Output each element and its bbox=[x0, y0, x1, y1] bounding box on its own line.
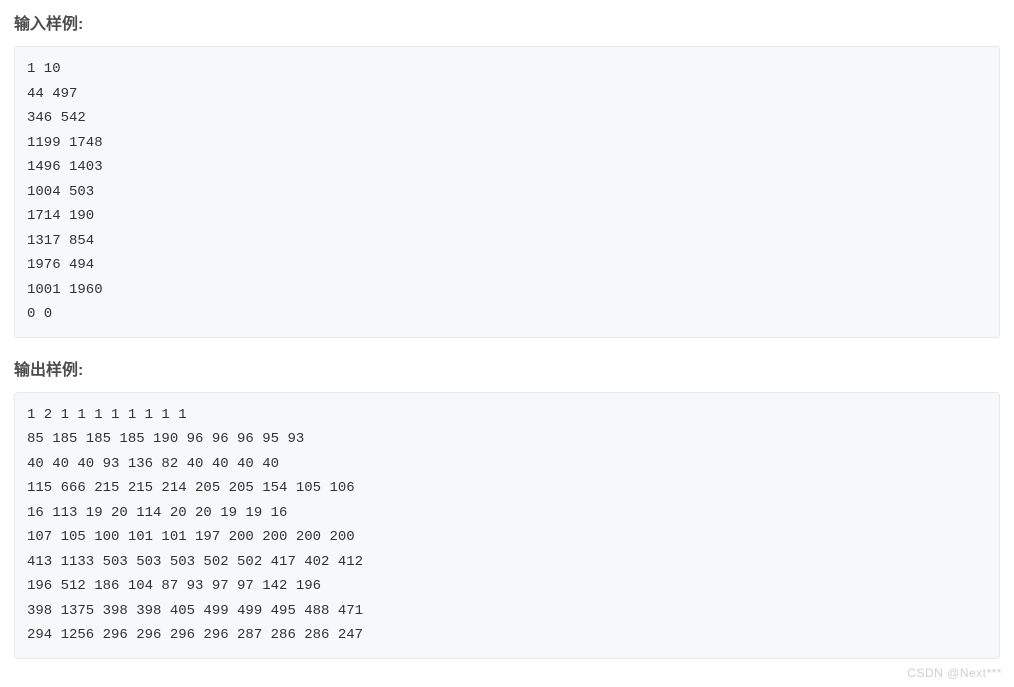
input-example-code: 1 10 44 497 346 542 1199 1748 1496 1403 … bbox=[14, 46, 1000, 338]
watermark-text: CSDN @Next*** bbox=[907, 666, 1002, 680]
output-example-heading: 输出样例: bbox=[14, 356, 1000, 380]
output-example-code: 1 2 1 1 1 1 1 1 1 1 85 185 185 185 190 9… bbox=[14, 392, 1000, 659]
input-example-heading: 输入样例: bbox=[14, 10, 1000, 34]
